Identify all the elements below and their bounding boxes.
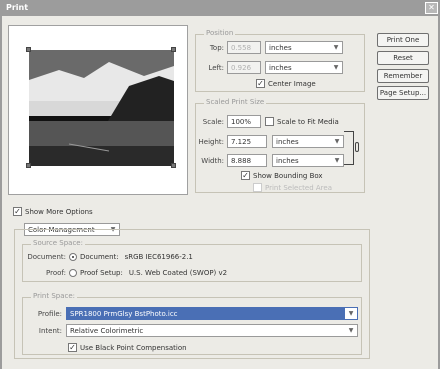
height-unit-value: inches xyxy=(276,138,299,146)
center-image-checkbox[interactable]: ✓ Center Image xyxy=(256,79,316,88)
width-input[interactable]: 8.888 xyxy=(227,154,267,167)
reset-button[interactable]: Reset xyxy=(377,51,429,65)
print-space-title: Print Space: xyxy=(31,292,78,300)
window-title-bar: Print ✕ xyxy=(0,0,440,16)
top-unit-select[interactable]: inches ▼ xyxy=(265,41,343,54)
width-unit-value: inches xyxy=(276,157,299,165)
document-profile-value: sRGB IEC61966-2.1 xyxy=(124,253,193,261)
intent-label: Intent: xyxy=(38,327,62,335)
height-unit-select[interactable]: inches ▼ xyxy=(272,135,344,148)
link-icon xyxy=(355,142,359,152)
chevron-down-icon: ▼ xyxy=(334,138,340,145)
radio-icon xyxy=(69,269,77,277)
position-title: Position xyxy=(204,29,236,37)
chevron-down-icon: ▼ xyxy=(333,44,339,51)
intent-select[interactable]: Relative Colorimetric ▼ xyxy=(66,324,358,337)
show-more-options-checkbox[interactable]: ✓ Show More Options xyxy=(13,207,93,216)
document-option-label: Document: xyxy=(80,253,119,261)
check-icon: ✓ xyxy=(68,343,77,352)
chevron-down-icon: ▼ xyxy=(334,157,340,164)
radio-selected-icon xyxy=(69,253,77,261)
proof-profile-value: U.S. Web Coated (SWOP) v2 xyxy=(128,269,228,277)
top-label: Top: xyxy=(209,44,224,52)
intent-value: Relative Colorimetric xyxy=(70,327,144,335)
chevron-down-icon: ▼ xyxy=(345,308,357,319)
height-label: Height: xyxy=(198,138,225,146)
crop-handle[interactable] xyxy=(26,163,31,168)
scale-to-fit-label: Scale to Fit Media xyxy=(277,117,339,126)
height-input[interactable]: 7.125 xyxy=(227,135,267,148)
proof-option-label: Proof Setup: xyxy=(80,269,123,277)
remember-button[interactable]: Remember xyxy=(377,69,429,83)
source-space-title: Source Space: xyxy=(31,239,85,247)
crop-handle[interactable] xyxy=(171,47,176,52)
left-input[interactable]: 0.926 xyxy=(227,61,261,74)
profile-value: SPR1800 PrmGlsy BstPhoto.icc xyxy=(70,310,178,318)
chevron-down-icon: ▼ xyxy=(348,327,354,334)
window-title: Print xyxy=(6,3,29,12)
left-unit-select[interactable]: inches ▼ xyxy=(265,61,343,74)
profile-select[interactable]: SPR1800 PrmGlsy BstPhoto.icc ▼ xyxy=(66,307,358,320)
close-icon: ✕ xyxy=(428,3,435,12)
proportion-link-bracket xyxy=(344,131,354,165)
check-icon: ✓ xyxy=(241,171,250,180)
document-label: Document: xyxy=(27,253,66,261)
crop-handle[interactable] xyxy=(171,163,176,168)
black-point-label: Use Black Point Compensation xyxy=(80,343,187,352)
print-one-button[interactable]: Print One xyxy=(377,33,429,47)
chevron-down-icon: ▼ xyxy=(333,64,339,71)
page-setup-button[interactable]: Page Setup... xyxy=(377,86,429,100)
checkbox-icon xyxy=(265,117,274,126)
show-bounding-box-label: Show Bounding Box xyxy=(253,171,323,180)
show-bounding-box-checkbox[interactable]: ✓ Show Bounding Box xyxy=(241,171,323,180)
scale-to-fit-checkbox[interactable]: Scale to Fit Media xyxy=(265,117,339,126)
print-selected-area-checkbox[interactable]: Print Selected Area xyxy=(253,183,332,192)
left-unit-value: inches xyxy=(269,64,292,72)
checkbox-icon xyxy=(253,183,262,192)
print-selected-area-label: Print Selected Area xyxy=(265,183,333,192)
proof-label: Proof: xyxy=(46,269,66,277)
center-image-label: Center Image xyxy=(268,79,316,88)
document-radio[interactable]: Document: sRGB IEC61966-2.1 xyxy=(69,253,193,261)
crop-handle[interactable] xyxy=(26,47,31,52)
top-unit-value: inches xyxy=(269,44,292,52)
print-preview xyxy=(8,25,188,195)
black-point-checkbox[interactable]: ✓ Use Black Point Compensation xyxy=(68,343,187,352)
width-unit-select[interactable]: inches ▼ xyxy=(272,154,344,167)
preview-svg xyxy=(29,50,174,166)
check-icon: ✓ xyxy=(13,207,22,216)
scaled-print-size-title: Scaled Print Size xyxy=(204,98,267,106)
scale-input[interactable]: 100% xyxy=(227,115,261,128)
close-button[interactable]: ✕ xyxy=(425,2,438,14)
scale-label: Scale: xyxy=(202,118,224,126)
profile-label: Profile: xyxy=(37,310,62,318)
proof-radio[interactable]: Proof Setup: U.S. Web Coated (SWOP) v2 xyxy=(69,269,227,277)
show-more-options-label: Show More Options xyxy=(25,207,93,216)
left-label: Left: xyxy=(208,64,224,72)
top-input[interactable]: 0.558 xyxy=(227,41,261,54)
check-icon: ✓ xyxy=(256,79,265,88)
width-label: Width: xyxy=(201,157,224,165)
